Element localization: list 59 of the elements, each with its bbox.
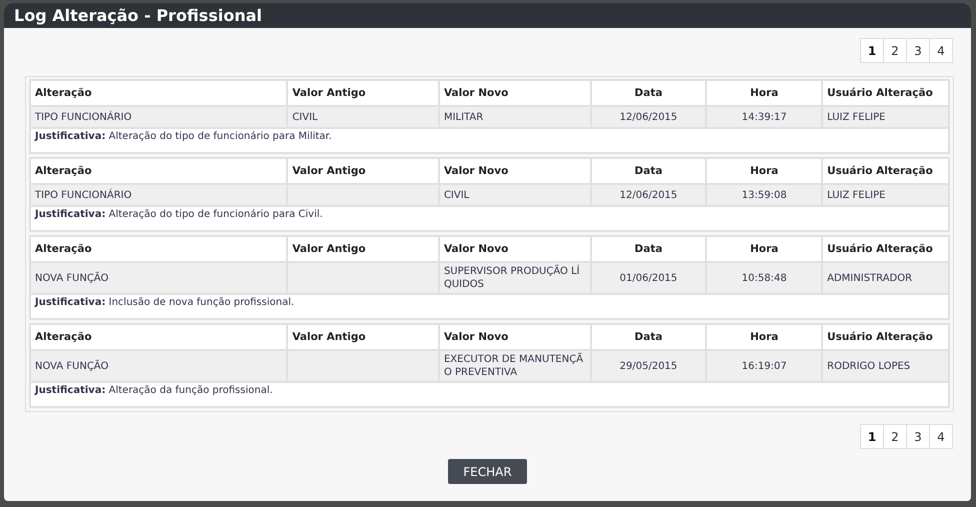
table-cell: LUIZ FELIPE (822, 106, 949, 128)
page-link[interactable]: 1 (860, 424, 884, 449)
table-cell: 29/05/2015 (590, 350, 706, 382)
column-header: Alteração (30, 80, 288, 106)
column-header: Hora (706, 80, 822, 106)
column-header: Usuário Alteração (822, 80, 949, 106)
table-cell: SUPERVISOR PRODUÇÃO LÍQUIDOS (438, 262, 591, 294)
column-header: Valor Antigo (287, 80, 439, 106)
table-cell: TIPO FUNCIONÁRIO (30, 106, 288, 128)
table-cell: 13:59:08 (706, 184, 822, 206)
table-cell: CIVIL (287, 106, 439, 128)
table-cell: LUIZ FELIPE (822, 184, 949, 206)
page-link[interactable]: 4 (929, 424, 953, 449)
column-header: Data (590, 80, 706, 106)
column-header: Valor Novo (438, 324, 591, 350)
column-header: Data (590, 158, 706, 184)
column-header: Valor Antigo (287, 324, 439, 350)
table-cell: 14:39:17 (706, 106, 822, 128)
column-header: Valor Novo (438, 80, 591, 106)
column-header: Usuário Alteração (822, 236, 949, 262)
window-title: Log Alteração - Profissional (4, 3, 971, 28)
table-cell: RODRIGO LOPES (822, 350, 949, 382)
column-header: Data (590, 324, 706, 350)
table-cell: NOVA FUNÇÃO (30, 350, 288, 382)
column-header: Valor Antigo (287, 158, 439, 184)
table-cell: MILITAR (438, 106, 591, 128)
table-cell: 12/06/2015 (590, 106, 706, 128)
page-link[interactable]: 2 (883, 38, 907, 63)
column-header: Usuário Alteração (822, 158, 949, 184)
column-header: Hora (706, 236, 822, 262)
table-cell: 16:19:07 (706, 350, 822, 382)
close-button[interactable]: FECHAR (448, 459, 527, 484)
column-header: Hora (706, 324, 822, 350)
column-header: Hora (706, 158, 822, 184)
column-header: Data (590, 236, 706, 262)
page-link[interactable]: 3 (906, 424, 930, 449)
justification-text: Justificativa: Inclusão de nova função profissional. (30, 294, 949, 319)
table-cell: CIVIL (438, 184, 591, 206)
table-cell: 12/06/2015 (590, 184, 706, 206)
page-link[interactable]: 3 (906, 38, 930, 63)
justification-text: Justificativa: Alteração da função profissional. (30, 382, 949, 407)
column-header: Valor Antigo (287, 236, 439, 262)
table-cell: 01/06/2015 (590, 262, 706, 294)
justification-text: Justificativa: Alteração do tipo de funcionário para Militar. (30, 128, 949, 153)
column-header: Alteração (30, 324, 288, 350)
column-header: Valor Novo (438, 236, 591, 262)
page-link[interactable]: 4 (929, 38, 953, 63)
column-header: Alteração (30, 236, 288, 262)
table-cell: NOVA FUNÇÃO (30, 262, 288, 294)
table-cell: TIPO FUNCIONÁRIO (30, 184, 288, 206)
page-link[interactable]: 2 (883, 424, 907, 449)
table-cell: ADMINISTRADOR (822, 262, 949, 294)
table-cell: EXECUTOR DE MANUTENÇÃO PREVENTIVA (438, 350, 591, 382)
column-header: Valor Novo (438, 158, 591, 184)
justification-text: Justificativa: Alteração do tipo de funcionário para Civil. (30, 206, 949, 231)
column-header: Alteração (30, 158, 288, 184)
page-link[interactable]: 1 (860, 38, 884, 63)
column-header: Usuário Alteração (822, 324, 949, 350)
table-cell: 10:58:48 (706, 262, 822, 294)
